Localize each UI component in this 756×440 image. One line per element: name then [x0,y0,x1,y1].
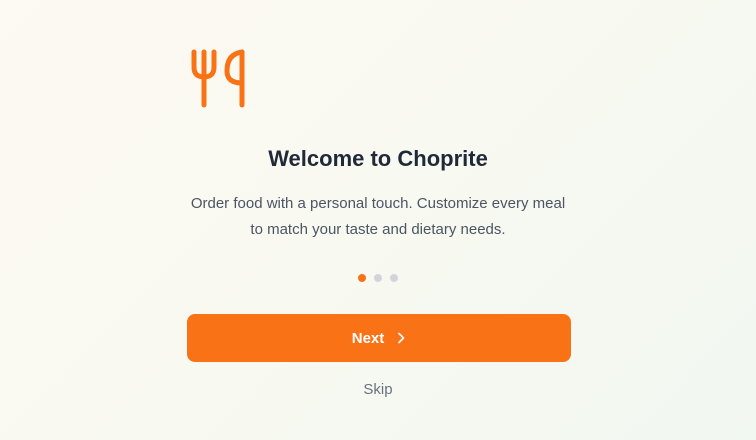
skip-link[interactable]: Skip [0,380,756,400]
fork-knife-icon [191,49,245,108]
pagination-dots [0,274,756,282]
pagination-dot-3[interactable] [390,274,398,282]
pagination-dot-1[interactable] [358,274,366,282]
next-button[interactable]: Next [187,314,571,362]
next-button-label: Next [351,329,385,347]
page-title: Welcome to Choprite [268,146,488,171]
pagination-dot-2[interactable] [374,274,382,282]
onboarding-description: Order food with a personal touch. Custom… [190,195,566,238]
chevron-right-icon [398,332,405,344]
